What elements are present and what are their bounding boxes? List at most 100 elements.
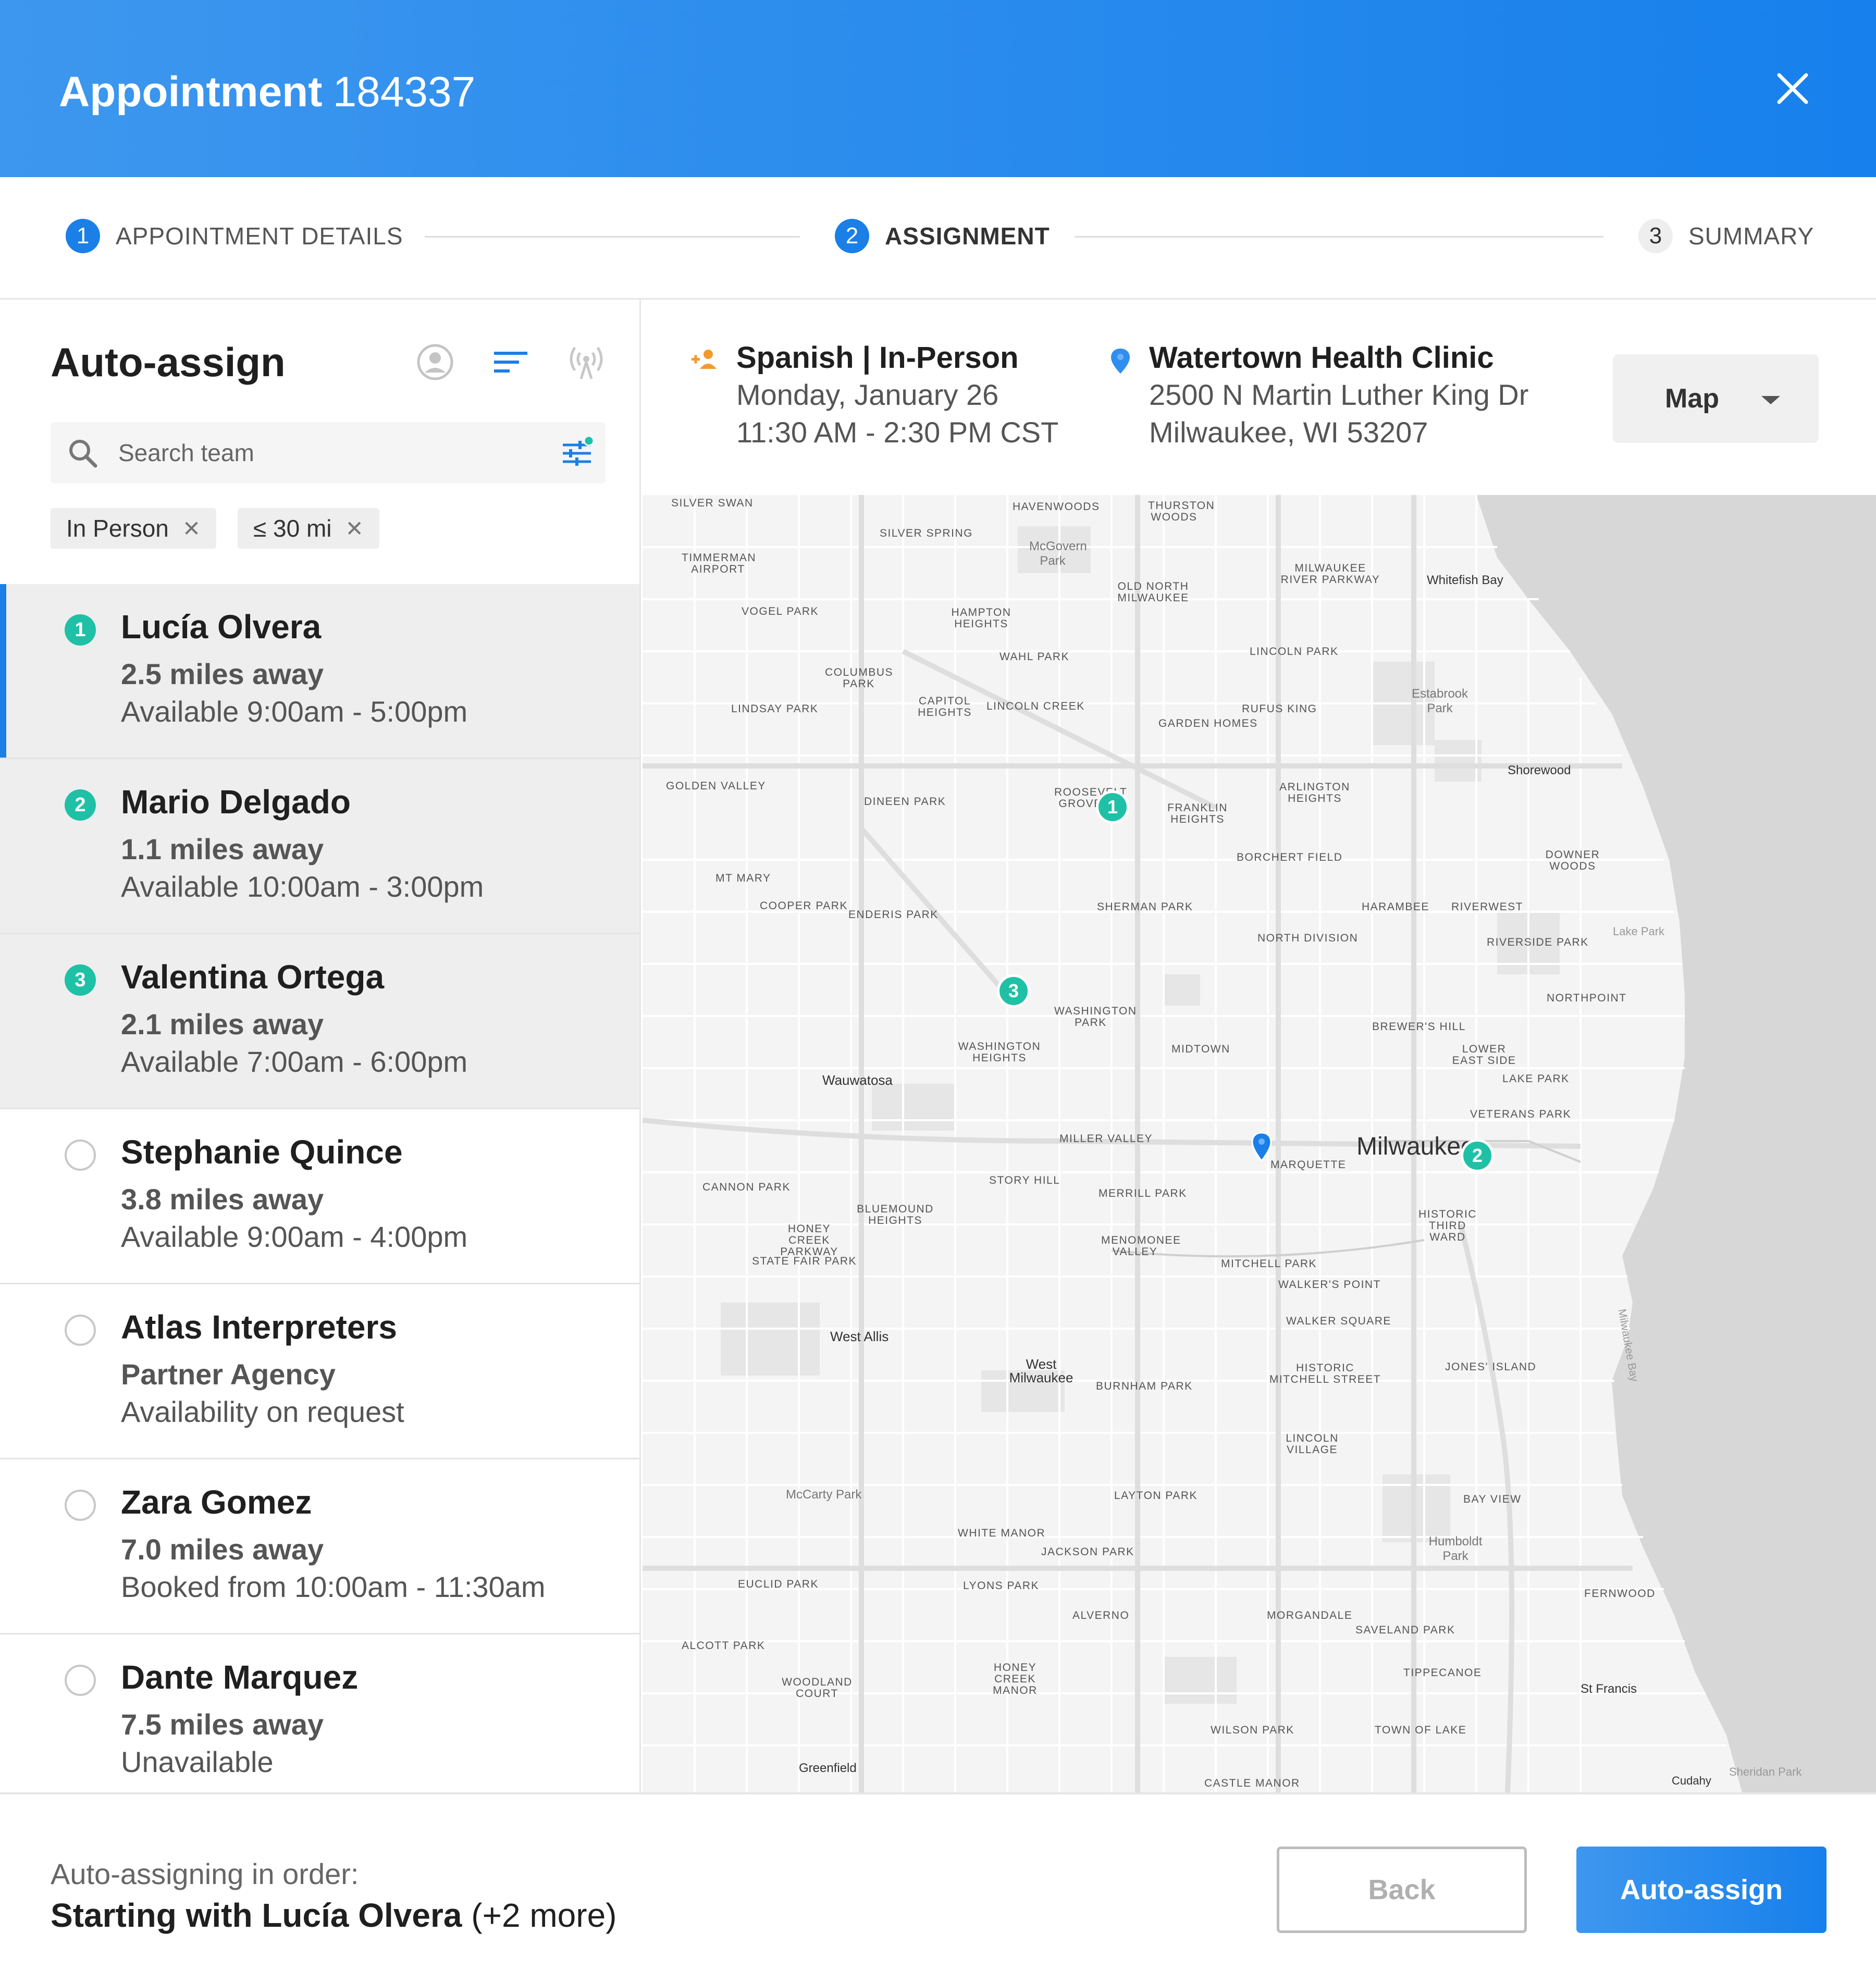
map-label: HONEY CREEK MANOR [993, 1662, 1038, 1696]
step-number: 1 [66, 219, 100, 253]
map-label: MILLER VALLEY [1059, 1133, 1153, 1145]
step-label: SUMMARY [1688, 222, 1815, 250]
appointment-date: Monday, January 26 [736, 378, 999, 411]
interpreter-distance: 7.5 miles away [121, 1708, 324, 1741]
interpreter-distance: 3.8 miles away [121, 1183, 324, 1216]
remove-chip-icon[interactable]: ✕ [345, 516, 364, 541]
select-radio[interactable] [65, 1490, 96, 1521]
modal-title: Appointment 184337 [59, 68, 475, 117]
map-label: NORTHPOINT [1547, 992, 1627, 1004]
map-label: WALKER SQUARE [1286, 1315, 1391, 1327]
filter-sliders-icon[interactable] [559, 435, 595, 471]
back-button[interactable]: Back [1277, 1847, 1527, 1933]
map-label: HISTORIC MITCHELL STREET [1269, 1362, 1381, 1385]
step-appointment-details[interactable]: 1 APPOINTMENT DETAILS [66, 219, 403, 253]
rank-badge[interactable]: 3 [65, 964, 96, 996]
list-item[interactable]: 1 Lucía Olvera 2.5 miles away Available … [0, 584, 639, 759]
map-marker-2[interactable]: 2 [1461, 1139, 1494, 1172]
list-item[interactable]: Zara Gomez 7.0 miles away Booked from 10… [0, 1459, 639, 1634]
close-icon[interactable] [1772, 68, 1813, 109]
map-label: VOGEL PARK [742, 605, 819, 617]
sort-lines-icon[interactable] [490, 341, 532, 383]
map-label: VETERANS PARK [1470, 1108, 1572, 1120]
chevron-down-icon [1761, 396, 1780, 404]
chip-label: In Person [66, 515, 169, 542]
interpreter-availability: Booked from 10:00am - 11:30am [121, 1570, 546, 1603]
map-label: RIVERSIDE PARK [1487, 936, 1589, 948]
list-item[interactable]: 2 Mario Delgado 1.1 miles away Available… [0, 759, 639, 934]
map-label: JONES' ISLAND [1445, 1361, 1537, 1373]
map-label: LAKE PARK [1502, 1073, 1570, 1085]
map-label: LYONS PARK [963, 1580, 1040, 1592]
search-input[interactable] [118, 432, 535, 473]
interpreter-availability: Available 9:00am - 4:00pm [121, 1220, 468, 1253]
stepper: 1 APPOINTMENT DETAILS 2 ASSIGNMENT 3 SUM… [0, 177, 1876, 300]
map-label: BREWER'S HILL [1372, 1021, 1466, 1033]
map-label: RIVERWEST [1451, 901, 1523, 913]
map-label: Sheridan Park [1729, 1765, 1802, 1778]
map-label: BURNHAM PARK [1096, 1380, 1193, 1392]
select-radio[interactable] [65, 1315, 96, 1346]
map-label: SILVER SWAN [671, 497, 754, 509]
view-select[interactable]: Map [1613, 354, 1819, 443]
interpreter-distance: Partner Agency [121, 1358, 336, 1391]
map-label: HONEY CREEK PARKWAY [780, 1223, 838, 1258]
map-marker-1[interactable]: 1 [1096, 790, 1129, 824]
list-item[interactable]: Dante Marquez 7.5 miles away Unavailable [0, 1634, 639, 1792]
map-label: MENOMONEE VALLEY [1101, 1234, 1181, 1258]
person-circle-icon[interactable] [414, 341, 456, 383]
step-connector [425, 236, 800, 238]
map-label: COOPER PARK [760, 900, 848, 912]
interpreter-name: Dante Marquez [121, 1658, 359, 1696]
select-radio[interactable] [65, 1139, 96, 1171]
map-label: St Francis [1581, 1682, 1637, 1696]
map-label: Wauwatosa [822, 1072, 893, 1088]
map-label: WASHINGTON PARK [1054, 1005, 1137, 1029]
broadcast-icon[interactable] [565, 341, 607, 383]
modal-header: Appointment 184337 [0, 0, 1876, 177]
map-label: MORGANDALE [1267, 1609, 1353, 1621]
location-pin-icon [1111, 349, 1130, 374]
map-label: HISTORIC THIRD WARD [1418, 1208, 1477, 1243]
map-label: WHITE MANOR [958, 1527, 1046, 1539]
clinic-address-line2: Milwaukee, WI 53207 [1149, 416, 1428, 449]
map-label: HARAMBEE [1362, 901, 1429, 913]
list-item[interactable]: Stephanie Quince 3.8 miles away Availabl… [0, 1109, 639, 1284]
list-item[interactable]: 3 Valentina Ortega 2.1 miles away Availa… [0, 934, 639, 1109]
map-label: SILVER SPRING [880, 527, 973, 539]
rank-badge[interactable]: 1 [65, 614, 96, 646]
interpreter-distance: 7.0 miles away [121, 1533, 324, 1566]
map-label: West Milwaukee [1009, 1356, 1073, 1385]
map-label: LINCOLN VILLAGE [1286, 1432, 1339, 1456]
step-label: APPOINTMENT DETAILS [116, 222, 403, 250]
map-label: SAVELAND PARK [1355, 1624, 1455, 1636]
interpreter-distance: 1.1 miles away [121, 833, 324, 865]
map-label: Shorewood [1508, 763, 1571, 777]
map-marker-3[interactable]: 3 [997, 974, 1030, 1008]
auto-assign-button[interactable]: Auto-assign [1576, 1847, 1826, 1933]
map-label: NORTH DIVISION [1257, 932, 1359, 944]
map-label: OLD NORTH MILWAUKEE [1117, 580, 1189, 604]
clinic-location-pin-icon[interactable] [1250, 1132, 1273, 1163]
step-number: 3 [1638, 219, 1673, 253]
map-label: WOODLAND COURT [782, 1676, 853, 1700]
filter-chip-in-person: In Person ✕ [51, 508, 217, 549]
more-count: (+2 more) [462, 1897, 617, 1934]
rank-badge[interactable]: 2 [65, 789, 96, 821]
step-summary[interactable]: 3 SUMMARY [1638, 219, 1814, 253]
view-select-label: Map [1665, 383, 1719, 414]
map-label: STATE FAIR PARK [752, 1255, 857, 1267]
interpreter-name: Mario Delgado [121, 783, 351, 821]
remove-chip-icon[interactable]: ✕ [182, 516, 201, 541]
map-view[interactable]: SILVER SWAN SILVER SPRING HAVENWOODS THU… [643, 495, 1876, 1792]
appointment-number: 184337 [332, 68, 476, 116]
select-radio[interactable] [65, 1665, 96, 1696]
map-label: WASHINGTON HEIGHTS [958, 1040, 1041, 1064]
map-label: HAVENWOODS [1013, 501, 1100, 513]
step-assignment[interactable]: 2 ASSIGNMENT [835, 219, 1050, 253]
map-label: ALVERNO [1072, 1609, 1130, 1621]
map-label: Cudahy [1672, 1774, 1711, 1787]
list-item[interactable]: Atlas Interpreters Partner Agency Availa… [0, 1284, 639, 1459]
map-label: ARLINGTON HEIGHTS [1279, 781, 1350, 804]
map-label: RUFUS KING [1242, 703, 1317, 715]
